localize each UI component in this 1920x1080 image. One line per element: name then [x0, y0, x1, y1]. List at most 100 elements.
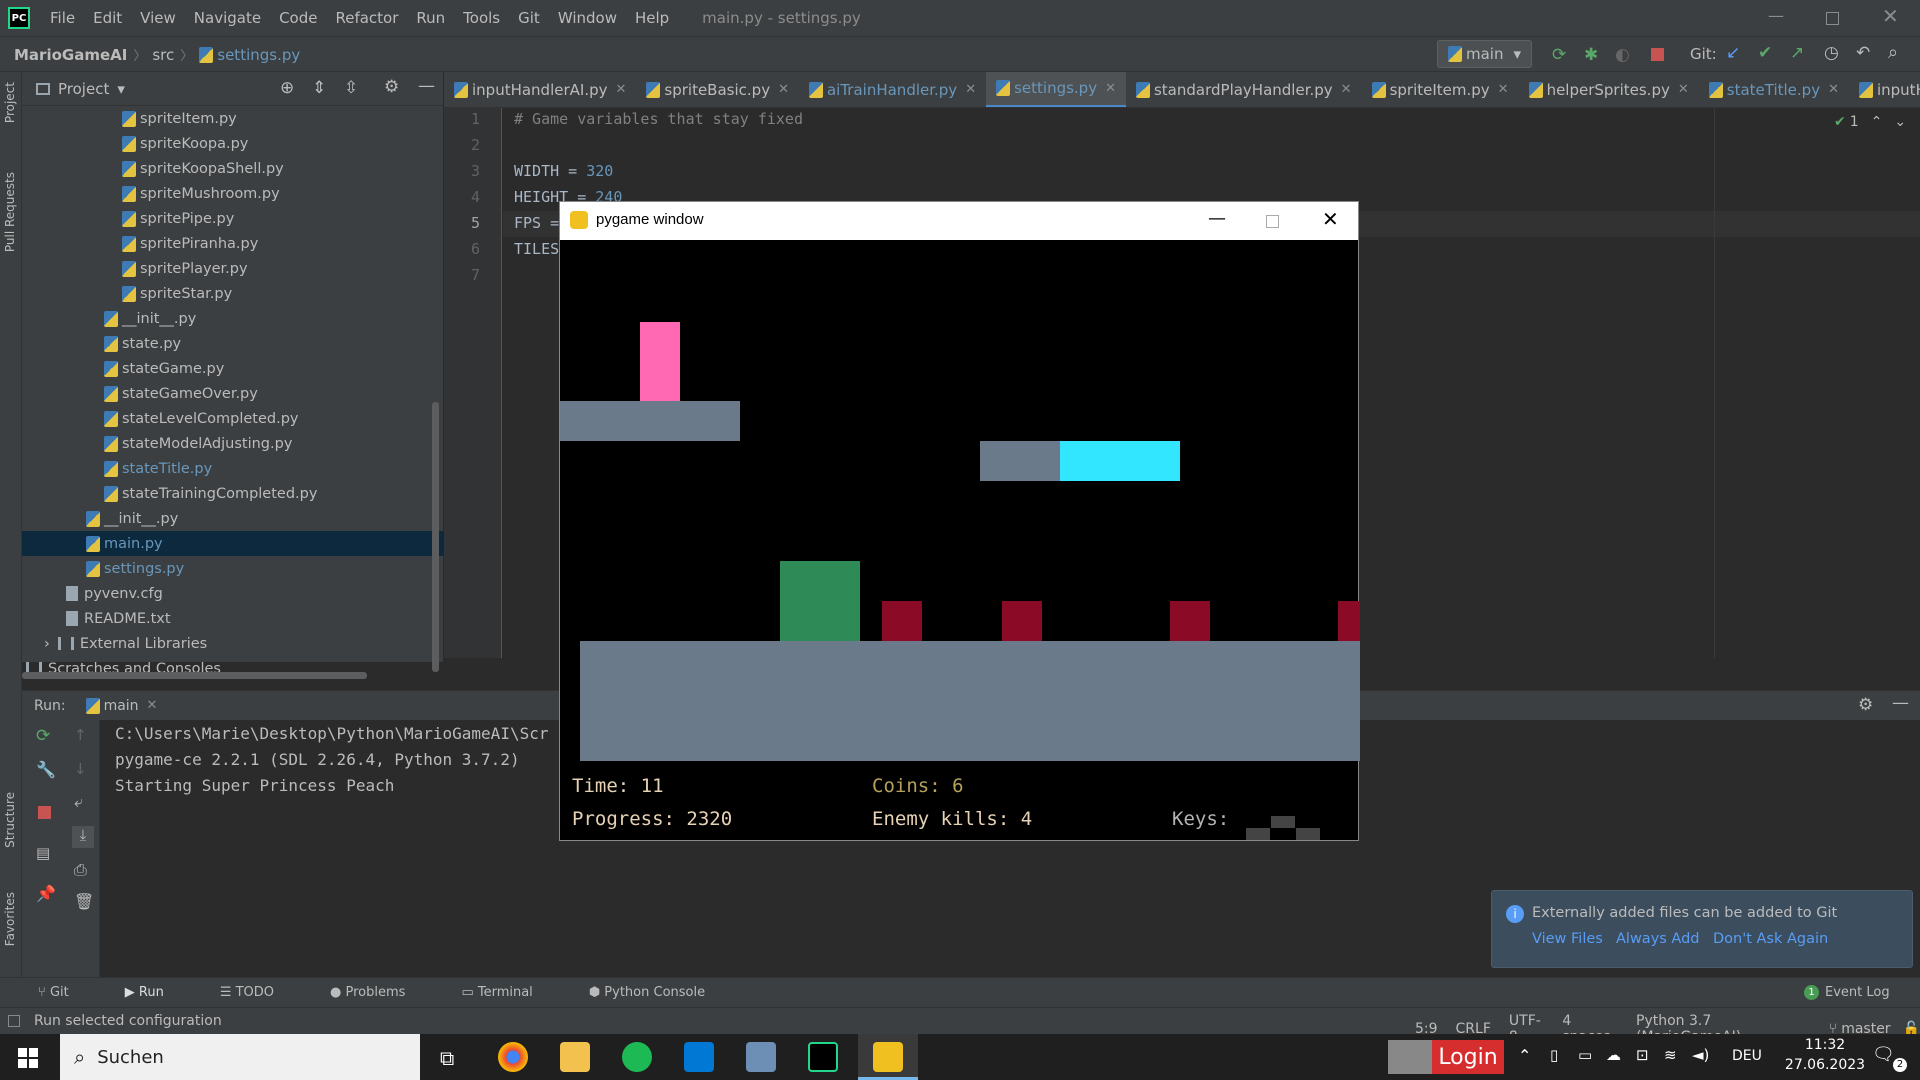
close-tab-icon[interactable]: ✕ — [1105, 81, 1116, 96]
speaker-icon[interactable]: ◄) — [1692, 1046, 1709, 1064]
hide-panel-icon[interactable]: — — [1892, 693, 1909, 713]
taskbar-search-box[interactable]: ⌕ Suchen — [60, 1034, 420, 1080]
breadcrumb-project[interactable]: MarioGameAI — [14, 46, 127, 64]
tree-item[interactable]: stateGame.py — [104, 356, 224, 381]
wrench-icon[interactable]: 🔧 — [36, 760, 56, 779]
computer-icon[interactable] — [746, 1042, 776, 1072]
menu-tools[interactable]: Tools — [463, 9, 500, 27]
tree-item[interactable]: pyvenv.cfg — [66, 581, 163, 606]
close-tab-icon[interactable]: ✕ — [616, 82, 627, 97]
always-add-link[interactable]: Always Add — [1616, 931, 1700, 947]
device-icon[interactable]: ▯ — [1550, 1046, 1558, 1064]
tree-item[interactable]: stateModelAdjusting.py — [104, 431, 292, 456]
maximize-icon[interactable] — [1266, 215, 1279, 228]
cloud-icon[interactable]: ☁ — [1606, 1046, 1621, 1064]
tab-spritebasic[interactable]: spriteBasic.py ✕ — [636, 72, 799, 107]
tab-statetitle[interactable]: stateTitle.py ✕ — [1699, 72, 1849, 107]
menu-file[interactable]: File — [50, 9, 75, 27]
run-tool-button[interactable]: ▶ Run — [125, 985, 192, 1000]
favorites-tool-button[interactable]: Favorites — [3, 892, 17, 946]
chevron-up-icon[interactable]: ⌃ — [1518, 1046, 1531, 1065]
project-tool-button[interactable]: Project — [3, 82, 17, 123]
gear-icon[interactable]: ⚙ — [1858, 695, 1873, 715]
menu-refactor[interactable]: Refactor — [335, 9, 398, 27]
login-widget[interactable]: Login — [1388, 1040, 1504, 1074]
pygame-title-bar[interactable]: pygame window — ✕ — [560, 202, 1358, 240]
tab-spriteitem[interactable]: spriteItem.py ✕ — [1362, 72, 1519, 107]
close-icon[interactable]: ✕ — [1882, 4, 1899, 28]
arrow-down-icon[interactable]: ↓ — [74, 760, 87, 778]
inspection-widget[interactable]: ✔ 1 ⌃ ⌄ — [1834, 114, 1906, 130]
close-tab-icon[interactable]: ✕ — [1678, 82, 1689, 97]
arrow-up-icon[interactable]: ↑ — [74, 726, 87, 744]
menu-window[interactable]: Window — [558, 9, 617, 27]
todo-tool-button[interactable]: ☰ TODO — [220, 985, 302, 1000]
menu-run[interactable]: Run — [416, 9, 445, 27]
scroll-to-end-icon[interactable]: ⤓ — [72, 826, 94, 848]
menu-code[interactable]: Code — [279, 9, 317, 27]
close-tab-icon[interactable]: ✕ — [1341, 82, 1352, 97]
menu-edit[interactable]: Edit — [93, 9, 122, 27]
dropdown-arrow-icon[interactable]: ▾ — [117, 80, 125, 98]
tree-scrollbar[interactable] — [432, 402, 439, 672]
close-icon[interactable]: ✕ — [1322, 207, 1339, 231]
rerun-icon[interactable]: ⟳ — [36, 726, 50, 746]
tree-item[interactable]: __init__.py — [104, 306, 196, 331]
menu-git[interactable]: Git — [518, 9, 540, 27]
close-tab-icon[interactable]: ✕ — [147, 698, 158, 713]
tree-item[interactable]: stateTrainingCompleted.py — [104, 481, 317, 506]
menu-help[interactable]: Help — [635, 9, 669, 27]
chevron-up-icon[interactable]: ⌃ — [1871, 114, 1883, 130]
tree-horizontal-scrollbar[interactable] — [22, 672, 367, 679]
locate-icon[interactable]: ⊕ — [280, 78, 294, 98]
tree-item[interactable]: spriteKoopaShell.py — [122, 156, 284, 181]
task-view-icon[interactable]: ⧉ — [440, 1046, 454, 1070]
minimize-icon[interactable]: — — [1208, 208, 1226, 229]
menu-navigate[interactable]: Navigate — [194, 9, 261, 27]
tab-aitrainhandler[interactable]: aiTrainHandler.py ✕ — [799, 72, 986, 107]
tree-item[interactable]: stateGameOver.py — [104, 381, 258, 406]
file-explorer-icon[interactable] — [560, 1042, 590, 1072]
tree-item[interactable]: spritePlayer.py — [122, 256, 248, 281]
history-icon[interactable]: ◷ — [1824, 43, 1839, 63]
hide-panel-icon[interactable]: — — [418, 76, 435, 96]
layout-icon[interactable]: ▤ — [36, 844, 50, 862]
breadcrumb-src[interactable]: src — [152, 46, 174, 64]
git-update-icon[interactable]: ↙ — [1726, 43, 1740, 63]
dont-ask-again-link[interactable]: Don't Ask Again — [1713, 931, 1828, 947]
tree-item[interactable]: spriteKoopa.py — [122, 131, 248, 156]
spotify-icon[interactable] — [622, 1042, 652, 1072]
close-tab-icon[interactable]: ✕ — [1498, 82, 1509, 97]
debug-bug-icon[interactable]: ✱ — [1584, 45, 1598, 65]
tab-standardplayhandler[interactable]: standardPlayHandler.py ✕ — [1126, 72, 1362, 107]
pycharm-taskbar-icon[interactable] — [808, 1042, 838, 1072]
rollback-icon[interactable]: ↶ — [1856, 43, 1870, 63]
git-push-icon[interactable]: ↗ — [1790, 43, 1804, 63]
pycharm-logo-icon[interactable]: PC — [8, 7, 30, 29]
expand-all-icon[interactable]: ⇕ — [312, 78, 326, 98]
battery-icon[interactable]: ▭ — [1578, 1046, 1592, 1064]
python-console-tool-button[interactable]: ⬢ Python Console — [589, 985, 733, 1000]
pygame-window[interactable]: pygame window — ✕ Time: 11 Coins: 6 Prog… — [559, 201, 1360, 841]
stop-icon[interactable] — [1651, 48, 1664, 61]
close-tab-icon[interactable]: ✕ — [1828, 82, 1839, 97]
tree-item[interactable]: spritePiranha.py — [122, 231, 258, 256]
menu-view[interactable]: View — [140, 9, 176, 27]
print-icon[interactable]: ⎙ — [74, 860, 87, 880]
wifi-icon[interactable]: ≋ — [1664, 1046, 1677, 1064]
tree-item[interactable]: settings.py — [86, 556, 184, 581]
trash-icon[interactable]: 🗑 — [74, 892, 94, 911]
windows-start-icon[interactable] — [18, 1048, 38, 1068]
chrome-icon[interactable] — [498, 1042, 528, 1072]
tab-settings[interactable]: settings.py ✕ — [986, 72, 1126, 107]
view-files-link[interactable]: View Files — [1532, 931, 1603, 947]
tree-item[interactable]: README.txt — [66, 606, 171, 631]
git-tool-button[interactable]: ⑂ Git — [38, 985, 97, 1000]
tree-item[interactable]: stateTitle.py — [104, 456, 212, 481]
tab-inputhandle[interactable]: inputHandle▾ — [1849, 72, 1920, 107]
tree-item[interactable]: spritePipe.py — [122, 206, 234, 231]
tree-item[interactable]: state.py — [104, 331, 181, 356]
clock-date[interactable]: 27.06.2023 — [1780, 1057, 1870, 1073]
tree-item[interactable]: spriteItem.py — [122, 106, 237, 131]
notification-center-icon[interactable]: 🗨 — [1872, 1044, 1895, 1065]
